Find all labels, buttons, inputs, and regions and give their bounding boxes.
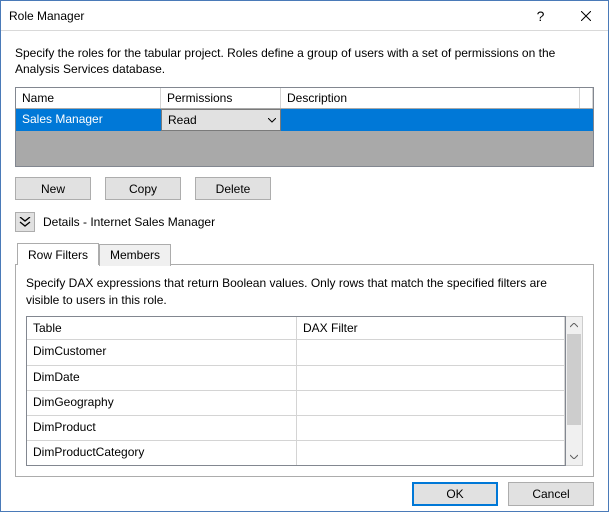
col-header-dax[interactable]: DAX Filter [297,317,565,339]
dax-filter-cell[interactable] [297,366,565,390]
ok-button[interactable]: OK [412,482,498,506]
col-header-description[interactable]: Description [281,88,580,108]
col-header-table[interactable]: Table [27,317,297,339]
scroll-thumb[interactable] [567,334,581,425]
dax-filter-cell[interactable] [297,416,565,440]
scroll-track[interactable] [566,334,582,448]
permissions-value: Read [168,113,197,127]
role-manager-dialog: Role Manager ? Specify the roles for the… [0,0,609,512]
permissions-dropdown[interactable]: Read [161,109,281,131]
table-name-cell[interactable]: DimProduct [27,416,297,440]
details-label: Details - Internet Sales Manager [43,215,215,229]
col-header-name[interactable]: Name [16,88,161,108]
new-button[interactable]: New [15,177,91,200]
chevron-up-icon [570,323,578,328]
cancel-button[interactable]: Cancel [508,482,594,506]
row-filters-grid-header: Table DAX Filter [27,317,565,340]
help-button[interactable]: ? [518,1,563,30]
table-name-cell[interactable]: DimProductCategory [27,441,297,465]
tab-panel-row-filters: Specify DAX expressions that return Bool… [15,264,594,476]
roles-grid-row[interactable]: Sales Manager Read [16,109,593,131]
table-row[interactable]: DimProductCategory [27,440,565,465]
row-filters-grid[interactable]: Table DAX Filter DimCustomer DimDate [26,316,566,466]
table-name-cell[interactable]: DimGeography [27,391,297,415]
window-title: Role Manager [9,9,518,23]
dax-filter-cell[interactable] [297,340,565,365]
col-header-permissions[interactable]: Permissions [161,88,281,108]
copy-button[interactable]: Copy [105,177,181,200]
chevron-down-icon [570,454,578,459]
dax-filter-cell[interactable] [297,391,565,415]
row-filters-grid-body: DimCustomer DimDate DimGeography Di [27,340,565,465]
close-button[interactable] [563,1,608,30]
tab-members[interactable]: Members [99,244,171,266]
close-icon [581,11,591,21]
dax-filter-cell[interactable] [297,441,565,465]
roles-grid[interactable]: Name Permissions Description Sales Manag… [15,87,594,167]
chevron-down-icon [268,118,276,123]
table-row[interactable]: DimDate [27,365,565,390]
row-filters-instructions: Specify DAX expressions that return Bool… [26,275,583,307]
tab-strip: Row Filters Members [17,242,594,264]
table-row[interactable]: DimProduct [27,415,565,440]
dialog-instructions: Specify the roles for the tabular projec… [15,45,594,77]
scroll-down-button[interactable] [566,448,582,465]
table-row[interactable]: DimGeography [27,390,565,415]
role-description-cell[interactable] [281,109,593,131]
table-name-cell[interactable]: DimCustomer [27,340,297,365]
double-chevron-down-icon [19,217,31,227]
roles-grid-header: Name Permissions Description [16,88,593,109]
scroll-up-button[interactable] [566,317,582,334]
role-name-cell[interactable]: Sales Manager [16,109,161,131]
table-row[interactable]: DimCustomer [27,340,565,365]
dialog-footer: OK Cancel [1,477,608,511]
titlebar: Role Manager ? [1,1,608,31]
tab-row-filters[interactable]: Row Filters [17,243,99,265]
vertical-scrollbar[interactable] [566,316,583,466]
table-name-cell[interactable]: DimDate [27,366,297,390]
delete-button[interactable]: Delete [195,177,271,200]
details-toggle[interactable] [15,212,35,232]
